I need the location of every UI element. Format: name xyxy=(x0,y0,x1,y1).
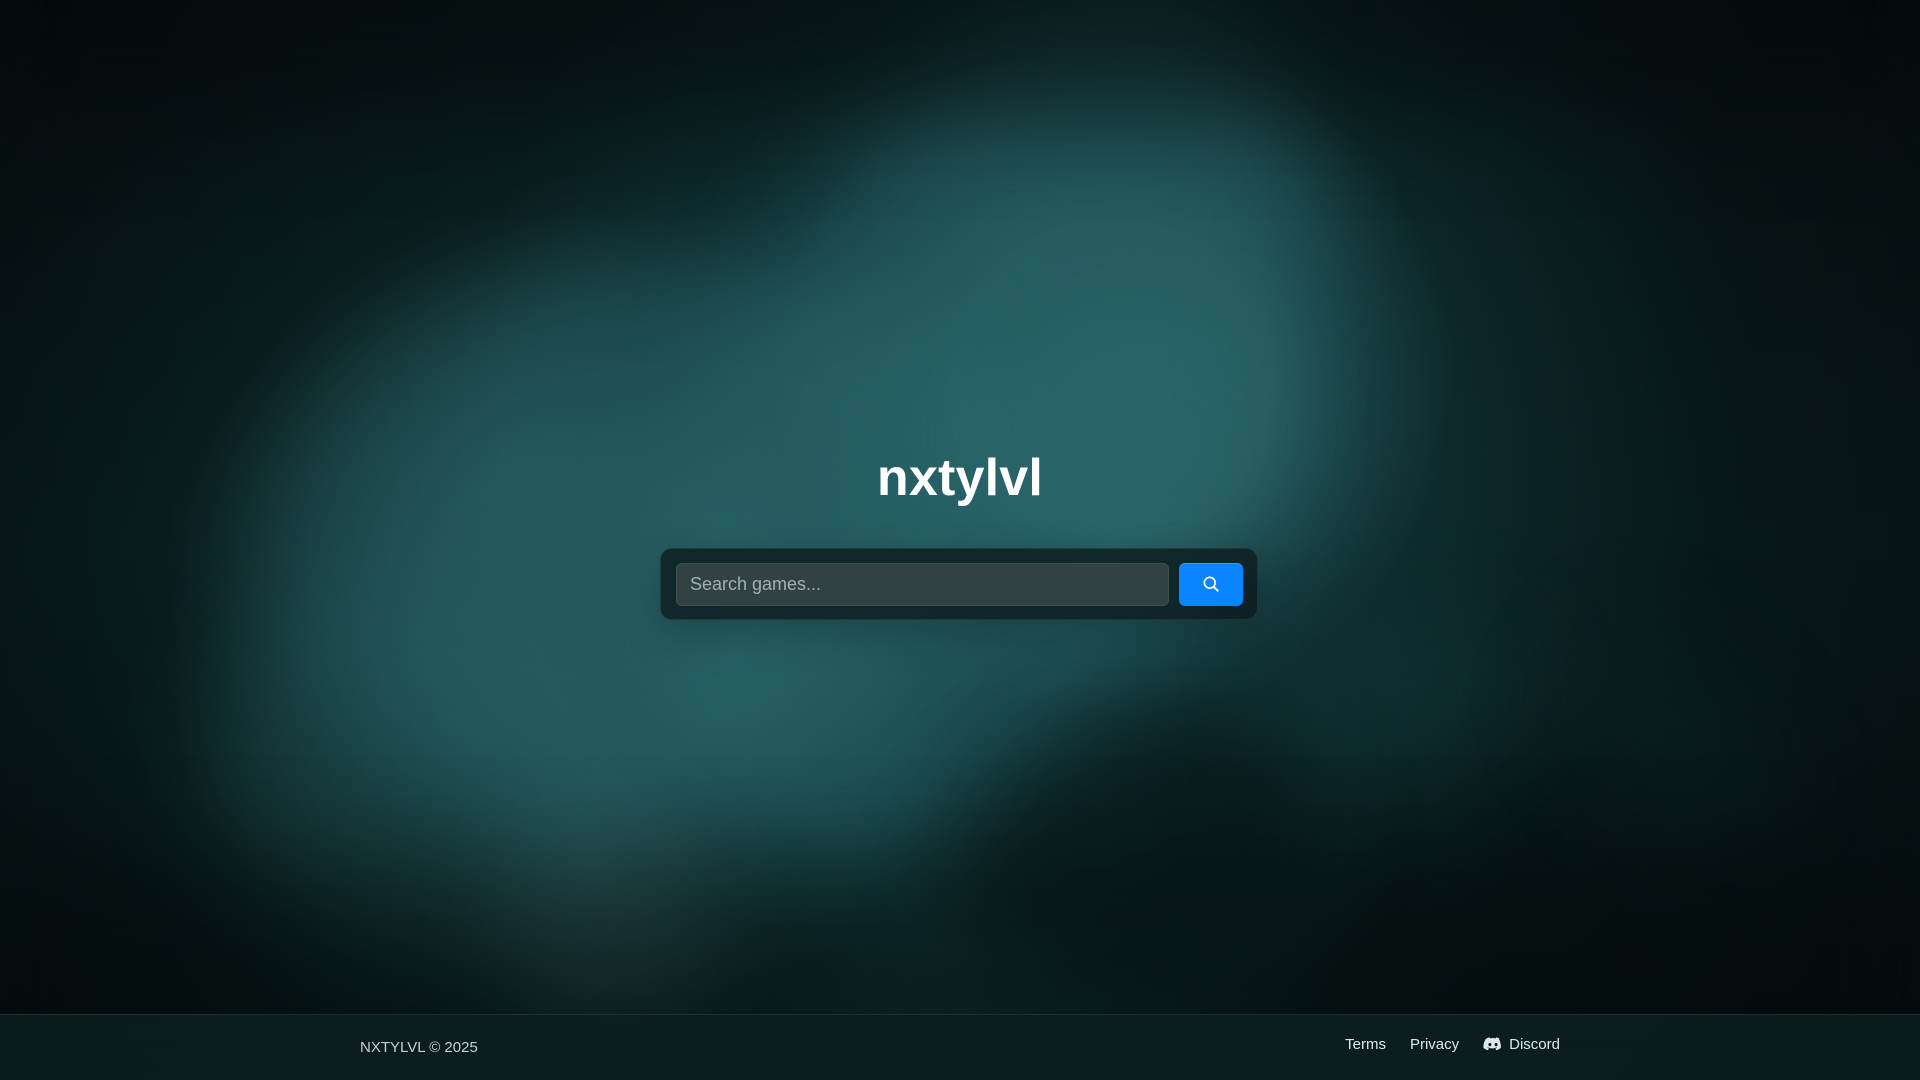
background-vignette xyxy=(0,0,1920,1080)
page-title: nxtylvl xyxy=(876,449,1044,507)
search-input[interactable] xyxy=(676,562,1170,606)
footer-privacy-label: Privacy xyxy=(1409,1035,1460,1053)
landing-page: nxtylvl NXTYLVL © 2025 Terms Privacy xyxy=(0,0,1920,1080)
background-art xyxy=(0,0,1920,1080)
site-footer: NXTYLVL © 2025 Terms Privacy Discord xyxy=(0,1014,1920,1080)
search-icon xyxy=(1201,574,1221,594)
hero-section: nxtylvl xyxy=(0,452,1920,504)
footer-copyright: NXTYLVL © 2025 xyxy=(360,1039,478,1056)
footer-discord-label: Discord xyxy=(1509,1035,1560,1053)
footer-discord-link[interactable]: Discord xyxy=(1483,1036,1560,1052)
footer-privacy-link[interactable]: Privacy xyxy=(1410,1037,1459,1052)
search-panel xyxy=(660,548,1258,620)
search-button[interactable] xyxy=(1179,562,1243,606)
footer-terms-link[interactable]: Terms xyxy=(1345,1037,1386,1052)
discord-icon xyxy=(1483,1036,1503,1052)
footer-terms-label: Terms xyxy=(1345,1035,1386,1053)
footer-inner: NXTYLVL © 2025 Terms Privacy Discord xyxy=(0,1015,1920,1080)
footer-links: Terms Privacy Discord xyxy=(1345,1036,1560,1052)
